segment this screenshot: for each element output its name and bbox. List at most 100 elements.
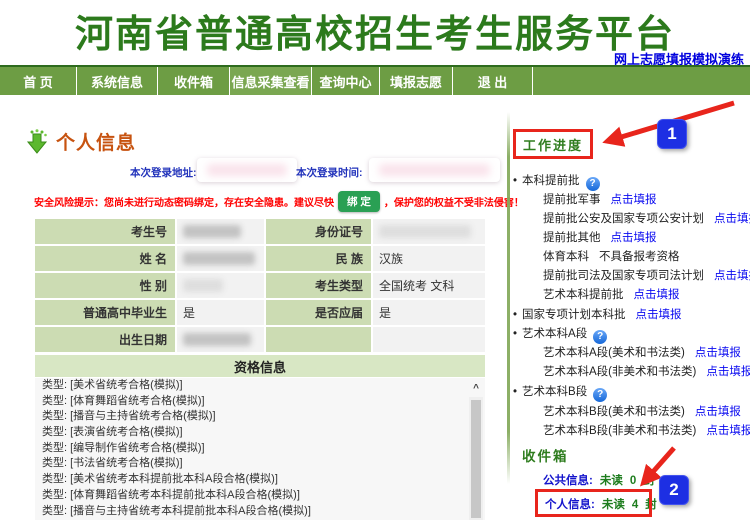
field-label-id-no: 身份证号: [266, 219, 371, 244]
nav-item-info-collection-view[interactable]: 信息采集查看: [230, 67, 312, 95]
inbox-title: 收件箱: [522, 445, 569, 465]
scrollbar-thumb[interactable]: [471, 400, 481, 518]
step-badge-1: 1: [657, 119, 687, 149]
field-value-ethnicity: 汉族: [373, 246, 485, 271]
field-label-name: 姓 名: [35, 246, 175, 271]
download-arrow-icon: [24, 129, 50, 155]
progress-sub-row: 艺术本科A段(非美术和书法类) 点击填报: [543, 363, 750, 379]
bullet-icon: •: [513, 309, 517, 321]
qualification-item: 类型: [美术省统考本科提前批本科A段合格(模拟)]: [35, 472, 485, 488]
redaction-blur: [207, 164, 287, 176]
unread-count: 0: [630, 475, 636, 487]
unread-unit: 封: [645, 499, 657, 511]
qualification-header: 资格信息: [35, 355, 485, 377]
nav-item-inbox[interactable]: 收件箱: [158, 67, 230, 95]
redaction-blur: [183, 279, 223, 292]
progress-group-row: • 艺术本科A段?: [513, 325, 607, 344]
field-value-birth-date: [177, 327, 264, 352]
fill-link[interactable]: 点击填报: [706, 366, 750, 378]
qualification-item: 类型: [播音与主持省统考合格(模拟)]: [35, 409, 485, 425]
progress-group-label: 艺术本科B段: [522, 386, 587, 398]
nav-item-home[interactable]: 首 页: [0, 67, 77, 95]
unread-label: 未读: [600, 475, 623, 487]
field-label-gender: 性 别: [35, 273, 175, 298]
inbox-personal-row: 个人信息: 未读 4封: [545, 496, 657, 512]
progress-item-label: 提前批司法及国家专项司法计划: [543, 270, 704, 282]
field-value-name: [177, 246, 264, 271]
help-icon[interactable]: ?: [586, 177, 600, 191]
personal-info-link[interactable]: 个人信息:: [545, 499, 595, 511]
nav-item-logout[interactable]: 退 出: [453, 67, 533, 95]
nav-item-fill-volunteer[interactable]: 填报志愿: [380, 67, 453, 95]
fill-link[interactable]: 点击填报: [611, 232, 657, 244]
field-value-id-no: [373, 219, 485, 244]
progress-sub-row: 艺术本科B段(美术和书法类) 点击填报: [543, 403, 741, 419]
fill-link[interactable]: 点击填报: [695, 406, 741, 418]
scroll-up-icon[interactable]: ^: [469, 382, 483, 396]
bind-button[interactable]: 绑 定: [338, 191, 380, 212]
fill-link[interactable]: 点击填报: [714, 270, 750, 282]
fill-link[interactable]: 点击填报: [706, 425, 750, 437]
help-icon[interactable]: ?: [593, 388, 607, 402]
progress-item-label: 艺术本科B段(非美术和书法类): [543, 425, 696, 437]
nav-item-query-center[interactable]: 查询中心: [312, 67, 380, 95]
progress-sub-row: 提前批司法及国家专项司法计划点击填报: [543, 267, 750, 283]
progress-title: 工作进度: [523, 135, 583, 154]
field-label-ethnicity: 民 族: [266, 246, 371, 271]
qualification-item: 类型: [体育舞蹈省统考合格(模拟)]: [35, 394, 485, 410]
field-value-gender: [177, 273, 264, 298]
field-label-is-fresh-grad: 是否应届: [266, 300, 371, 325]
qualification-item: 类型: [编导制作省统考合格(模拟)]: [35, 441, 485, 457]
unread-label: 未读: [602, 499, 625, 511]
progress-title-annotation-box: 工作进度: [513, 129, 593, 159]
security-warning-text-suffix: ，保护您的权益不受非法侵害！: [384, 194, 524, 209]
login-address-value-redacted: [197, 158, 297, 182]
bullet-icon: •: [513, 328, 517, 340]
redaction-blur: [183, 252, 255, 265]
progress-sub-row: 艺术本科B段(非美术和书法类) 点击填报: [543, 422, 750, 438]
nav-item-system-info[interactable]: 系统信息: [77, 67, 158, 95]
progress-item-label: 艺术本科A段(非美术和书法类): [543, 366, 696, 378]
field-value-regular-hs-grad: 是: [177, 300, 264, 325]
security-warning-text: 安全风险提示：您尚未进行动态密码绑定，存在安全隐患。建议尽快: [34, 194, 334, 209]
help-icon[interactable]: ?: [593, 330, 607, 344]
redaction-blur: [183, 225, 241, 238]
qualification-item: 类型: [表演省统考合格(模拟)]: [35, 425, 485, 441]
qualification-item: 类型: [体育舞蹈省统考本科提前批本科A段合格(模拟)]: [35, 488, 485, 504]
qualification-item: 类型: [书法省统考合格(模拟)]: [35, 456, 485, 472]
progress-item-label: 艺术本科B段(美术和书法类): [543, 406, 685, 418]
fill-link[interactable]: 点击填报: [695, 347, 741, 359]
public-info-link[interactable]: 公共信息:: [543, 475, 593, 487]
field-value-empty: [373, 327, 485, 352]
unread-count: 4: [632, 499, 638, 511]
login-time-label: 本次登录时间:: [296, 165, 363, 180]
main-nav: 首 页 系统信息 收件箱 信息采集查看 查询中心 填报志愿 退 出: [0, 65, 750, 95]
progress-group-row: •本科提前批?: [513, 172, 600, 191]
fill-link[interactable]: 点击填报: [611, 194, 657, 206]
field-label-empty: [266, 327, 371, 352]
scrollbar-track[interactable]: [469, 397, 483, 520]
progress-group-label: 艺术本科A段: [522, 328, 587, 340]
login-address-label: 本次登录地址:: [130, 165, 197, 180]
field-label-candidate-type: 考生类型: [266, 273, 371, 298]
redaction-blur: [379, 164, 490, 176]
field-value-exam-no: [177, 219, 264, 244]
progress-group-label: 本科提前批: [522, 175, 580, 187]
progress-item-label: 提前批其他: [543, 232, 601, 244]
qualification-item: 类型: [播音与主持省统考本科提前批本科A段合格(模拟)]: [35, 504, 485, 520]
field-label-birth-date: 出生日期: [35, 327, 175, 352]
personal-info-section-head: 个人信息: [24, 128, 136, 155]
fill-link[interactable]: 点击填报: [714, 213, 750, 225]
progress-group-label: 国家专项计划本科批: [522, 309, 626, 321]
fill-link[interactable]: 点击填报: [634, 289, 680, 301]
section-title: 个人信息: [56, 128, 136, 155]
qualification-item: 类型: [美术省统考合格(模拟)]: [35, 378, 485, 394]
progress-sub-row: 提前批其他点击填报: [543, 229, 657, 245]
progress-item-label: 提前批军事: [543, 194, 601, 206]
login-time-value-redacted: [369, 158, 500, 182]
not-qualified-note: 不具备报考资格: [599, 251, 680, 263]
fill-link[interactable]: 点击填报: [636, 309, 682, 321]
field-value-is-fresh-grad: 是: [373, 300, 485, 325]
progress-item-label: 体育本科: [543, 251, 589, 263]
progress-group-row: •艺术本科B段?: [513, 383, 607, 402]
